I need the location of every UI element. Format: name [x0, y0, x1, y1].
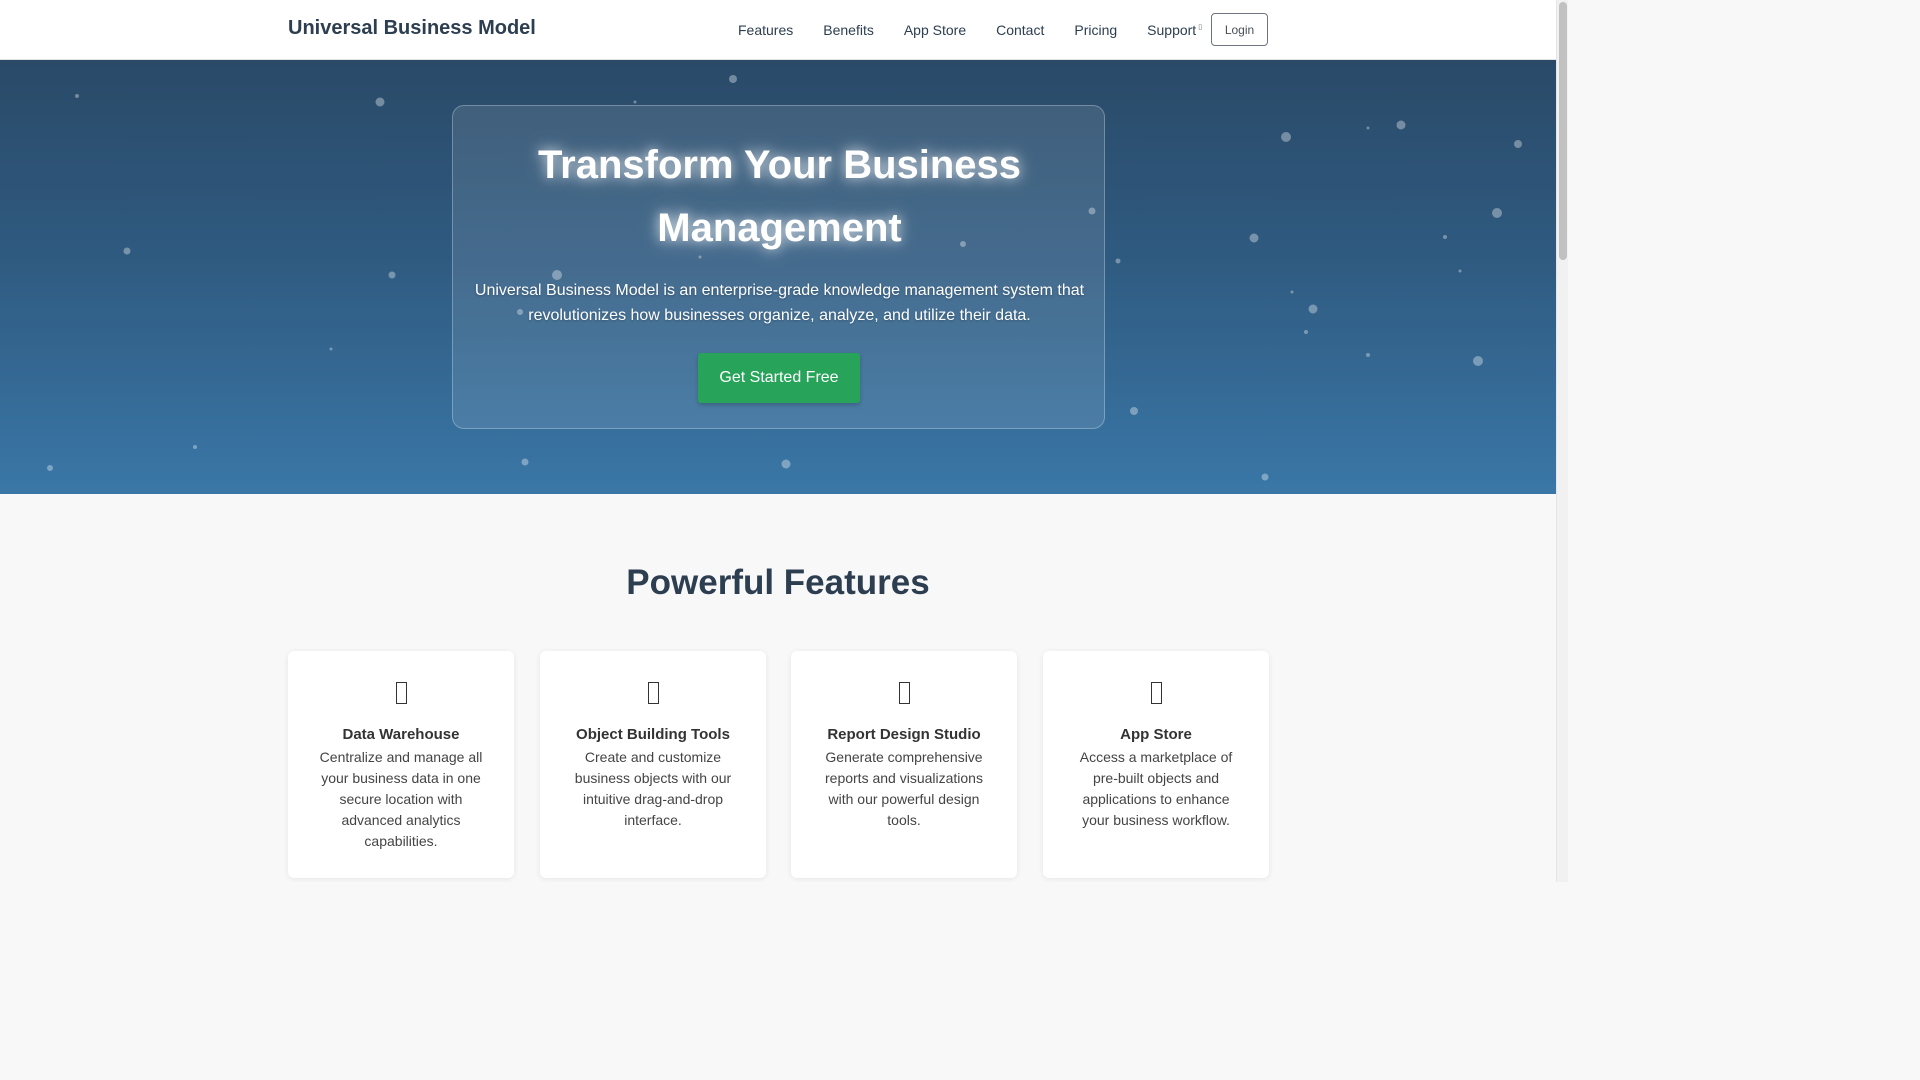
hero-card: Transform Your Business Management Unive…: [452, 105, 1105, 429]
feature-title: App Store: [1120, 726, 1192, 743]
feature-title: Data Warehouse: [342, 726, 460, 743]
brand-logo-text[interactable]: Universal Business Model: [288, 17, 536, 40]
nav-link-pricing[interactable]: Pricing: [1059, 22, 1132, 38]
chart-icon: [791, 677, 1017, 709]
navbar: Universal Business Model Features Benefi…: [0, 0, 1556, 60]
hero-section: Transform Your Business Management Unive…: [0, 60, 1556, 494]
scrollbar-thumb[interactable]: [1559, 2, 1567, 260]
feature-title: Report Design Studio: [827, 726, 981, 743]
feature-description: Generate comprehensive reports and visua…: [825, 749, 983, 828]
feature-card-app-store: App Store Access a marketplace of pre-bu…: [1043, 651, 1269, 878]
nav-link-contact[interactable]: Contact: [981, 22, 1059, 38]
nav-link-features[interactable]: Features: [723, 22, 808, 38]
feature-description: Create and customize business objects wi…: [574, 749, 732, 828]
feature-description: Access a marketplace of pre-built object…: [1079, 749, 1233, 828]
feature-title: Object Building Tools: [576, 726, 730, 743]
feature-card-report-design-studio: Report Design Studio Generate comprehens…: [791, 651, 1017, 878]
get-started-button[interactable]: Get Started Free: [698, 353, 860, 403]
store-icon: [1043, 677, 1269, 709]
features-section-title: Powerful Features: [626, 563, 930, 602]
login-button[interactable]: Login: [1211, 13, 1268, 46]
nav-link-support-label: Support: [1147, 21, 1197, 38]
tools-icon: [540, 677, 766, 709]
hero-description: Universal Business Model is an enterpris…: [474, 282, 1085, 324]
nav-dropdown-support[interactable]: Support ▯: [1132, 22, 1217, 38]
nav-link-app-store[interactable]: App Store: [889, 22, 981, 38]
caret-icon: ▯: [1198, 23, 1203, 31]
nav-link-benefits[interactable]: Benefits: [808, 22, 889, 38]
page-scrollbar[interactable]: [1556, 0, 1568, 882]
nav-links: Features Benefits App Store Contact Pric…: [723, 0, 1217, 59]
feature-description: Centralize and manage all your business …: [319, 749, 483, 849]
feature-card-data-warehouse: Data Warehouse Centralize and manage all…: [288, 651, 514, 878]
database-icon: [288, 677, 514, 709]
hero-title: Transform Your Business Management: [537, 143, 1022, 250]
landing-page: Universal Business Model Features Benefi…: [0, 0, 1568, 882]
feature-card-object-building-tools: Object Building Tools Create and customi…: [540, 651, 766, 878]
